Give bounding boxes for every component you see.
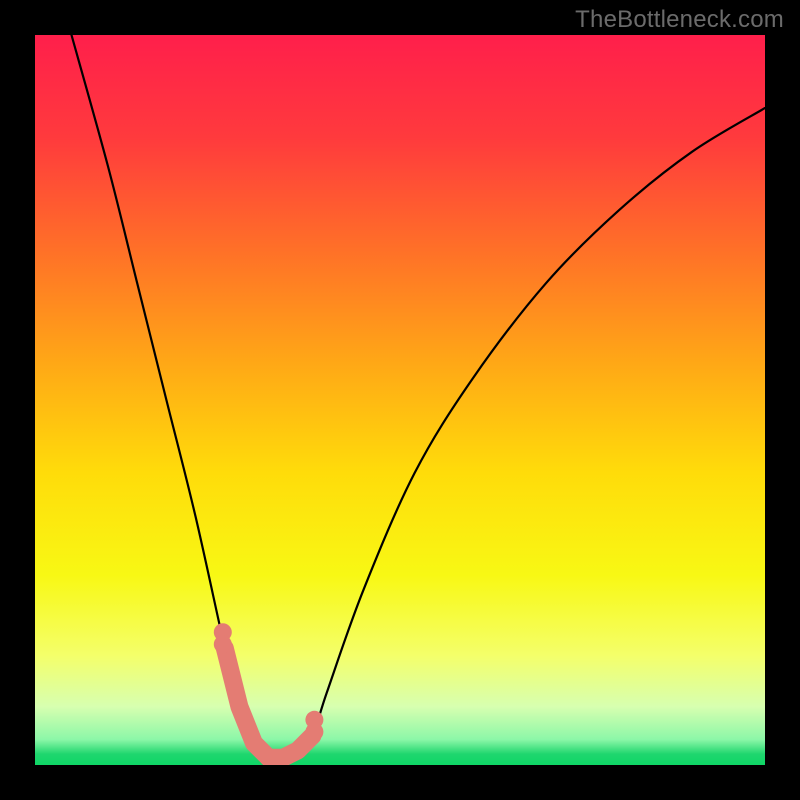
chart-overlay	[35, 35, 765, 765]
watermark-text: TheBottleneck.com	[575, 6, 784, 34]
bottleneck-curve	[72, 35, 766, 759]
frame: TheBottleneck.com	[0, 0, 800, 800]
plot-area	[35, 35, 765, 765]
highlight-segment	[225, 648, 313, 758]
